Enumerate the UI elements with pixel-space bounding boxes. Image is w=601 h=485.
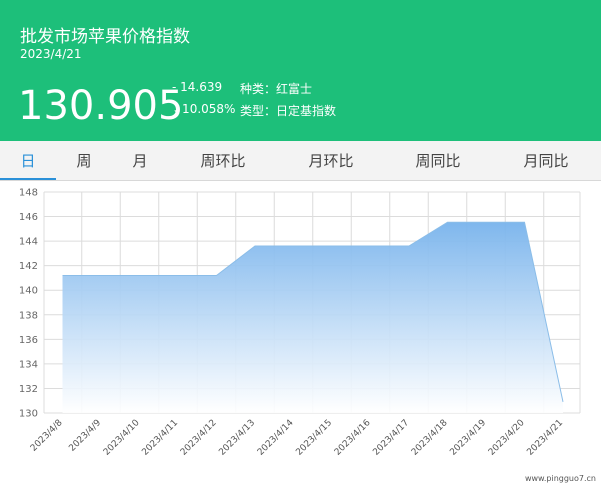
price-index-chart: 130132134136138140142144146148 2023/4/8 2…	[19, 188, 596, 484]
current-price: 130.905	[18, 83, 184, 129]
y-tick-label: 142	[19, 261, 38, 272]
y-tick-label: 140	[19, 286, 38, 297]
x-tick-label: 2023/4/20	[487, 418, 527, 458]
x-tick-label: 2023/4/19	[448, 418, 488, 458]
x-tick-label: 2023/4/21	[525, 418, 565, 458]
x-tick-label: 2023/4/9	[67, 418, 103, 454]
x-tick-label: 2023/4/16	[333, 418, 373, 458]
tab-month-year-on-year[interactable]: 月同比	[511, 141, 581, 180]
tab-month-on-month[interactable]: 月环比	[296, 141, 366, 180]
variety-label: 种类：红富士	[240, 82, 313, 96]
price-date: 2023/4/21	[20, 47, 82, 61]
y-axis-ticks: 130 132 134 136 138 140 142 144 146 148	[19, 188, 38, 420]
index-type-label: 类型：日定基指数	[240, 104, 337, 118]
x-tick-label: 2023/4/10	[102, 418, 142, 458]
y-tick-label: 130	[19, 409, 38, 420]
x-tick-label: 2023/4/12	[179, 418, 219, 458]
price-change-percent: ↓10.058%	[172, 102, 236, 116]
x-tick-label: 2023/4/14	[256, 418, 296, 458]
tab-day[interactable]: 日	[0, 141, 56, 180]
y-tick-label: 136	[19, 335, 38, 346]
x-tick-label: 2023/4/15	[294, 418, 334, 458]
y-tick-label: 148	[19, 188, 38, 199]
period-tabs: 日 周 月 周环比 月环比 周同比 月同比	[0, 141, 601, 181]
x-tick-label: 2023/4/8	[29, 418, 65, 454]
tab-week-year-on-year[interactable]: 周同比	[403, 141, 473, 180]
header-panel: 批发市场苹果价格指数 2023/4/21 130.905 - 14.639 ↓1…	[0, 0, 601, 141]
x-tick-label: 2023/4/18	[410, 418, 450, 458]
x-tick-label: 2023/4/13	[217, 418, 257, 458]
price-change: - 14.639	[172, 80, 223, 94]
tab-month[interactable]: 月	[120, 141, 160, 180]
y-tick-label: 134	[19, 359, 38, 370]
y-tick-label: 146	[19, 212, 38, 223]
x-tick-label: 2023/4/17	[371, 418, 411, 458]
page-title: 批发市场苹果价格指数	[20, 27, 190, 47]
price-area	[62, 222, 563, 413]
tab-week-on-week[interactable]: 周环比	[188, 141, 258, 180]
x-tick-label: 2023/4/11	[140, 418, 180, 458]
watermark: www.pingguo7.cn	[525, 474, 596, 483]
tab-week[interactable]: 周	[64, 141, 104, 180]
y-tick-label: 144	[19, 237, 38, 248]
x-axis-ticks: 2023/4/8 2023/4/92023/4/102023/4/112023/4…	[29, 418, 565, 458]
y-tick-label: 132	[19, 384, 38, 395]
y-tick-label: 138	[19, 310, 38, 321]
